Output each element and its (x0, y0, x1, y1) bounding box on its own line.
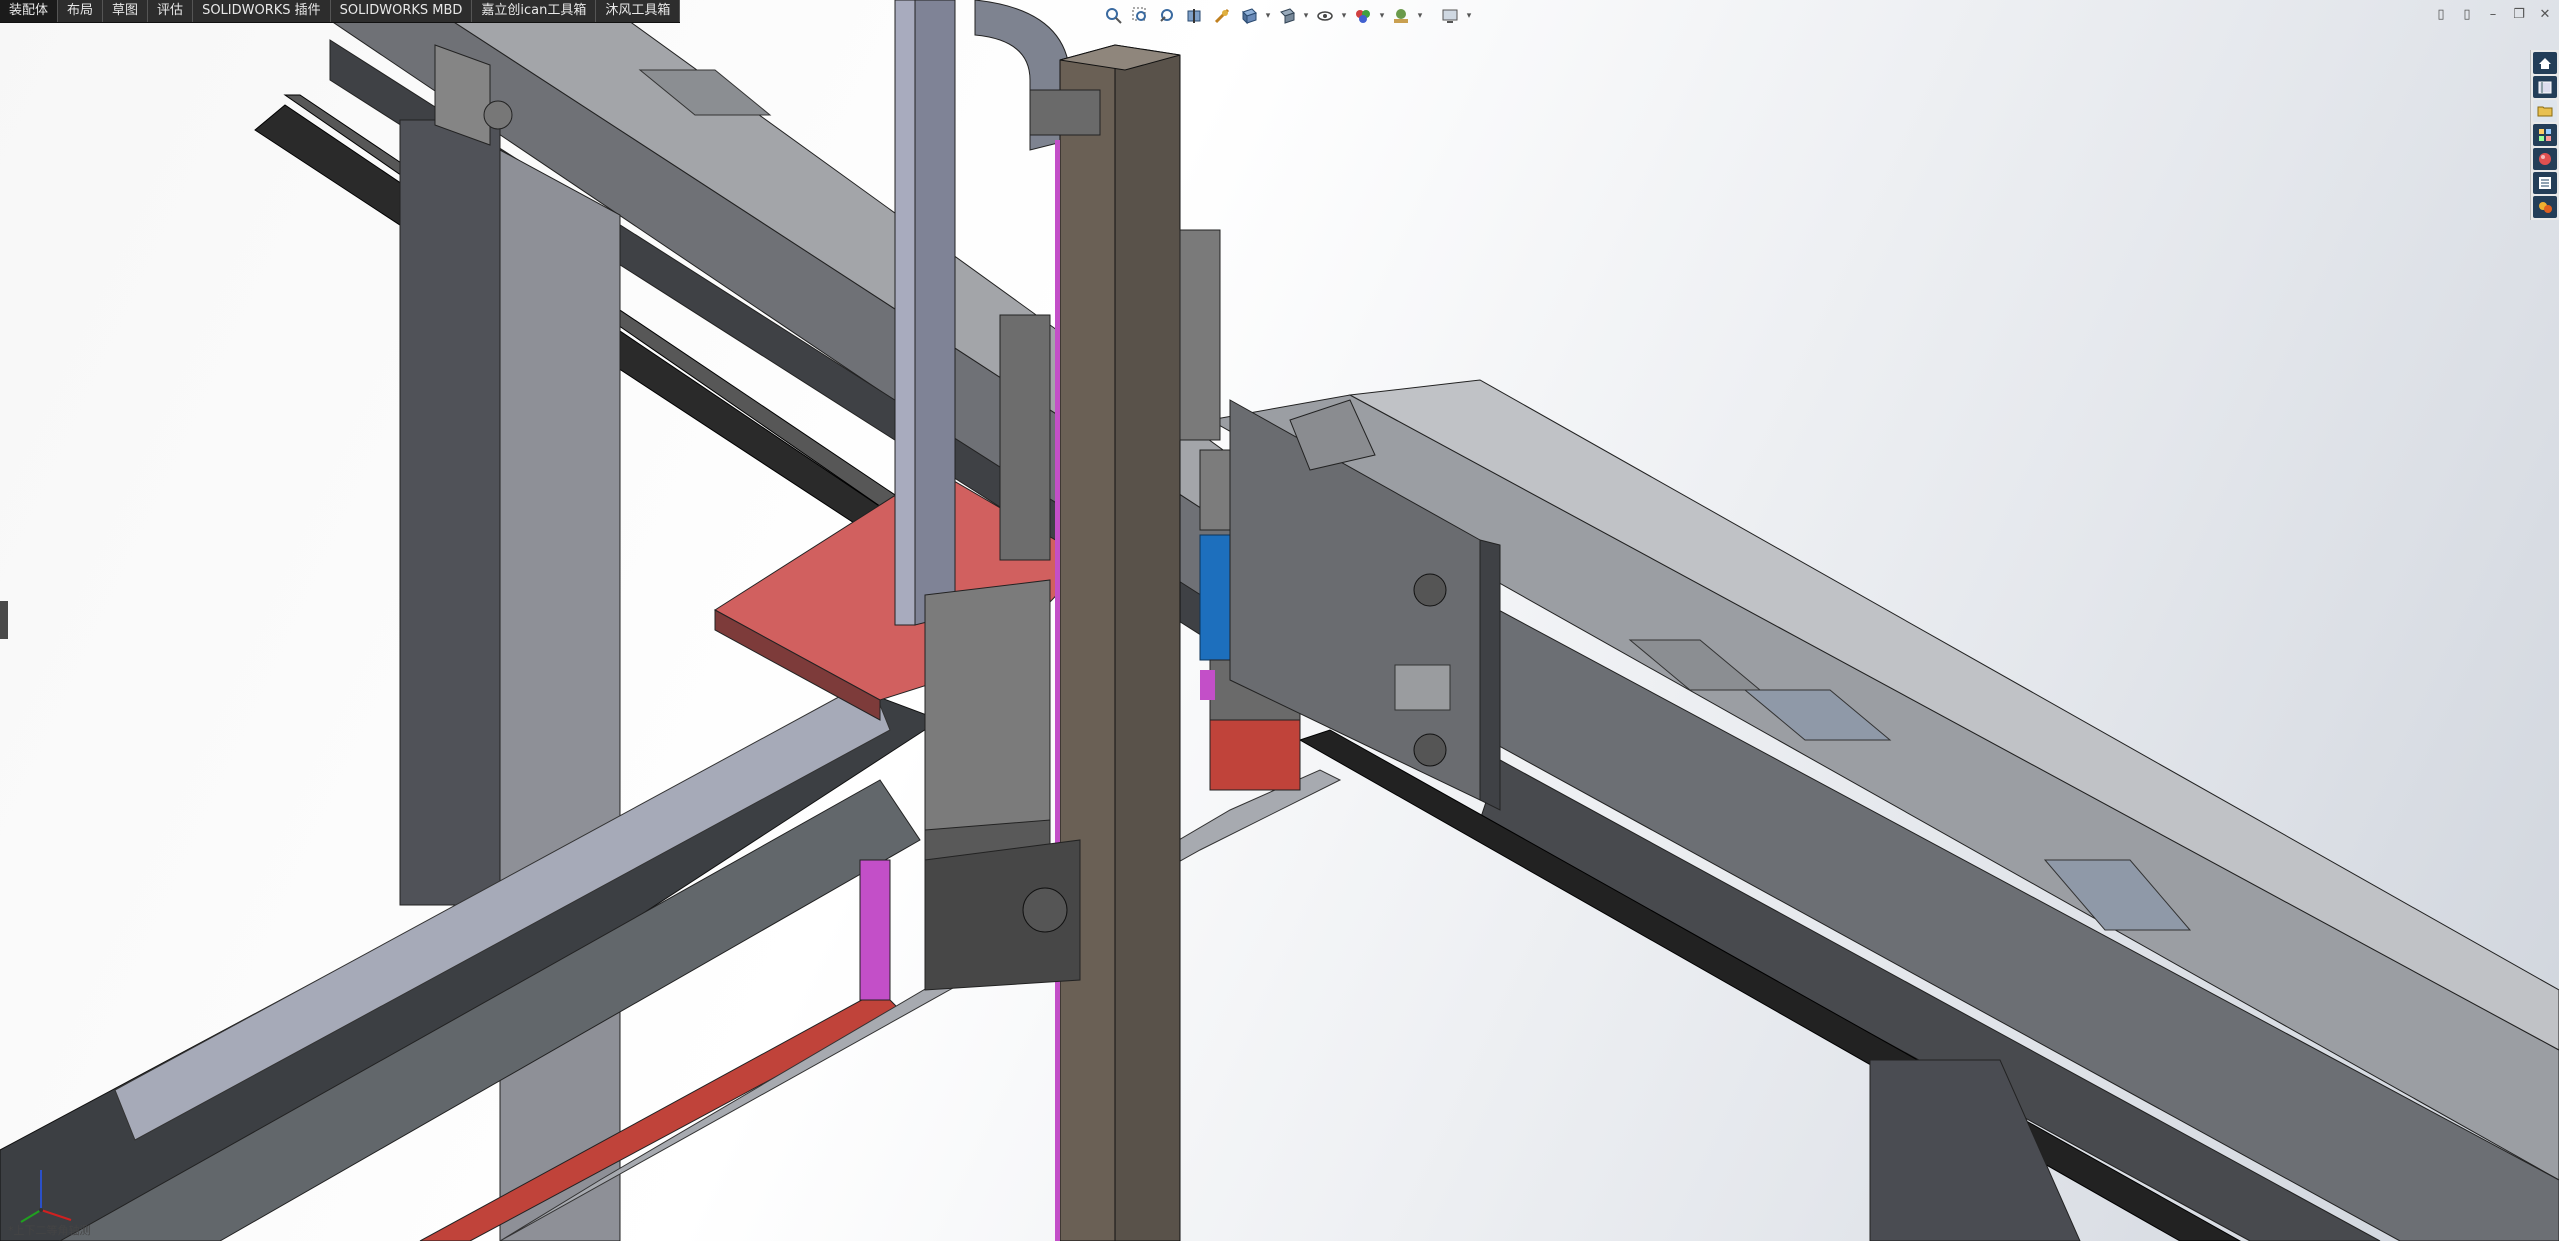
tile-left-icon[interactable]: ▯ (2431, 4, 2451, 24)
minimize-icon[interactable]: – (2483, 4, 2503, 24)
graphics-viewport[interactable] (0, 0, 2559, 1241)
chevron-down-icon[interactable]: ▾ (1340, 4, 1348, 28)
solidworks-resources-icon[interactable] (2533, 52, 2557, 74)
dynamic-annotation-icon[interactable] (1210, 4, 1234, 28)
tab-jlc-ican-toolbox[interactable]: 嘉立创ican工具箱 (472, 0, 597, 22)
tab-layout[interactable]: 布局 (58, 0, 104, 22)
chevron-down-icon[interactable]: ▾ (1302, 4, 1310, 28)
file-explorer-icon[interactable] (2533, 100, 2557, 122)
appearances-icon[interactable] (2533, 148, 2557, 170)
featuremanager-expand-handle[interactable] (0, 601, 8, 639)
tab-solidworks-addins[interactable]: SOLIDWORKS 插件 (193, 0, 331, 22)
tab-evaluate[interactable]: 评估 (148, 0, 194, 22)
previous-view-icon[interactable] (1156, 4, 1180, 28)
chevron-down-icon[interactable]: ▾ (1465, 4, 1473, 28)
command-manager-tabs: 装配体 布局 草图 评估 SOLIDWORKS 插件 SOLIDWORKS MB… (0, 0, 681, 23)
tab-mufeng-toolbox[interactable]: 沐风工具箱 (596, 0, 681, 22)
hide-show-items-icon[interactable] (1313, 4, 1337, 28)
window-controls: ▯ ▯ – ❐ ✕ (2431, 4, 2555, 24)
task-pane (2530, 50, 2559, 220)
reference-triad (20, 1170, 72, 1223)
edit-appearance-icon[interactable] (1351, 4, 1375, 28)
apply-scene-icon[interactable] (1389, 4, 1413, 28)
chevron-down-icon[interactable]: ▾ (1416, 4, 1424, 28)
design-library-icon[interactable] (2533, 76, 2557, 98)
solidworks-forum-icon[interactable] (2533, 196, 2557, 218)
zoom-to-fit-icon[interactable] (1102, 4, 1126, 28)
tab-solidworks-mbd[interactable]: SOLIDWORKS MBD (331, 0, 473, 22)
close-icon[interactable]: ✕ (2535, 4, 2555, 24)
view-orientation-label: *上下二等角轴测 (8, 1224, 91, 1237)
tab-sketch[interactable]: 草图 (103, 0, 149, 22)
display-style-icon[interactable] (1275, 4, 1299, 28)
custom-properties-icon[interactable] (2533, 172, 2557, 194)
zoom-to-area-icon[interactable] (1129, 4, 1153, 28)
view-palette-icon[interactable] (2533, 124, 2557, 146)
heads-up-view-toolbar: ▾ ▾ ▾ ▾ ▾ ▾ (1102, 2, 1473, 30)
tab-assembly[interactable]: 装配体 (0, 0, 59, 22)
restore-icon[interactable]: ❐ (2509, 4, 2529, 24)
tile-right-icon[interactable]: ▯ (2457, 4, 2477, 24)
view-orientation-icon[interactable] (1237, 4, 1261, 28)
model-render (0, 0, 2559, 1241)
chevron-down-icon[interactable]: ▾ (1264, 4, 1272, 28)
section-view-icon[interactable] (1183, 4, 1207, 28)
view-settings-icon[interactable] (1438, 4, 1462, 28)
chevron-down-icon[interactable]: ▾ (1378, 4, 1386, 28)
